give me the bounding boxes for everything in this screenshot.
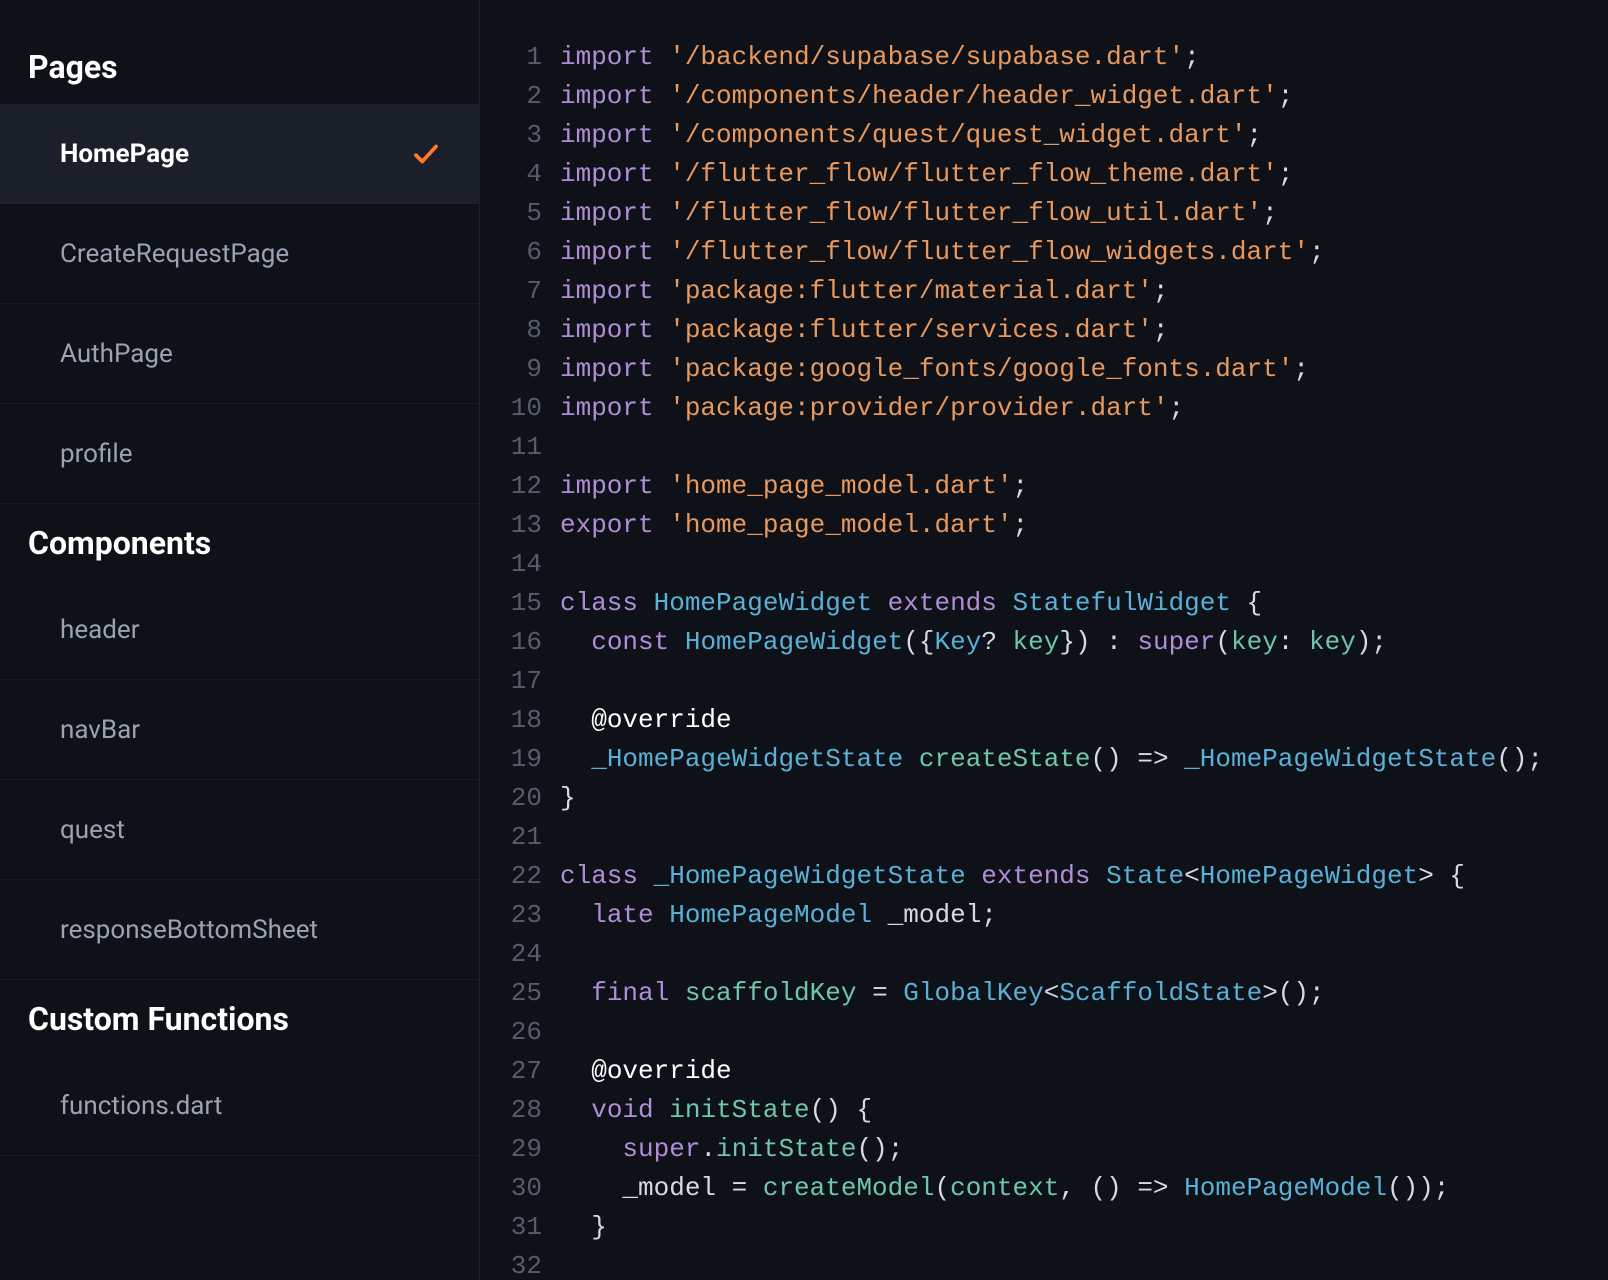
code-line[interactable]: class _HomePageWidgetState extends State… bbox=[560, 857, 1608, 896]
sidebar-item-label: HomePage bbox=[60, 139, 409, 169]
code-line[interactable]: import 'package:flutter/material.dart'; bbox=[560, 272, 1608, 311]
sidebar-item[interactable]: profile bbox=[0, 404, 479, 504]
code-line[interactable]: super.initState(); bbox=[560, 1130, 1608, 1169]
line-number: 5 bbox=[480, 194, 542, 233]
code-line[interactable] bbox=[560, 935, 1608, 974]
code-line[interactable]: void initState() { bbox=[560, 1091, 1608, 1130]
code-line[interactable]: export 'home_page_model.dart'; bbox=[560, 506, 1608, 545]
line-number: 11 bbox=[480, 428, 542, 467]
code-line[interactable]: @override bbox=[560, 1052, 1608, 1091]
code-line[interactable]: } bbox=[560, 779, 1608, 818]
sidebar-item-label: AuthPage bbox=[60, 339, 443, 369]
code-line[interactable] bbox=[560, 428, 1608, 467]
line-number: 22 bbox=[480, 857, 542, 896]
check-icon bbox=[409, 137, 443, 171]
section-title: Custom Functions bbox=[0, 980, 479, 1056]
line-number: 27 bbox=[480, 1052, 542, 1091]
sidebar-item[interactable]: CreateRequestPage bbox=[0, 204, 479, 304]
code-line[interactable]: import 'package:flutter/services.dart'; bbox=[560, 311, 1608, 350]
sidebar-item-label: navBar bbox=[60, 715, 443, 745]
line-number: 9 bbox=[480, 350, 542, 389]
line-number: 10 bbox=[480, 389, 542, 428]
sidebar-item[interactable]: responseBottomSheet bbox=[0, 880, 479, 980]
code-line[interactable]: import 'home_page_model.dart'; bbox=[560, 467, 1608, 506]
line-number: 30 bbox=[480, 1169, 542, 1208]
line-gutter: 1234567891011121314151617181920212223242… bbox=[480, 38, 560, 1280]
sidebar-item-label: responseBottomSheet bbox=[60, 915, 443, 945]
line-number: 21 bbox=[480, 818, 542, 857]
line-number: 19 bbox=[480, 740, 542, 779]
line-number: 23 bbox=[480, 896, 542, 935]
line-number: 18 bbox=[480, 701, 542, 740]
line-number: 20 bbox=[480, 779, 542, 818]
code-line[interactable]: import 'package:provider/provider.dart'; bbox=[560, 389, 1608, 428]
sidebar-item[interactable]: AuthPage bbox=[0, 304, 479, 404]
sidebar-item[interactable]: header bbox=[0, 580, 479, 680]
code-line[interactable]: import '/components/header/header_widget… bbox=[560, 77, 1608, 116]
line-number: 14 bbox=[480, 545, 542, 584]
sidebar-item-label: quest bbox=[60, 815, 443, 845]
code-line[interactable]: } bbox=[560, 1208, 1608, 1247]
sidebar-item-label: profile bbox=[60, 439, 443, 469]
section-title: Components bbox=[0, 504, 479, 580]
code-line[interactable]: import '/flutter_flow/flutter_flow_theme… bbox=[560, 155, 1608, 194]
code-area[interactable]: import '/backend/supabase/supabase.dart'… bbox=[560, 38, 1608, 1280]
sidebar-item-label: CreateRequestPage bbox=[60, 239, 443, 269]
line-number: 16 bbox=[480, 623, 542, 662]
line-number: 7 bbox=[480, 272, 542, 311]
line-number: 6 bbox=[480, 233, 542, 272]
line-number: 12 bbox=[480, 467, 542, 506]
line-number: 2 bbox=[480, 77, 542, 116]
line-number: 29 bbox=[480, 1130, 542, 1169]
code-line[interactable]: class HomePageWidget extends StatefulWid… bbox=[560, 584, 1608, 623]
code-line[interactable]: final scaffoldKey = GlobalKey<ScaffoldSt… bbox=[560, 974, 1608, 1013]
sidebar-item[interactable]: navBar bbox=[0, 680, 479, 780]
line-number: 28 bbox=[480, 1091, 542, 1130]
code-line[interactable]: import '/flutter_flow/flutter_flow_util.… bbox=[560, 194, 1608, 233]
sidebar: Pages HomePage CreateRequestPage AuthPage pr… bbox=[0, 0, 480, 1280]
code-line[interactable] bbox=[560, 1247, 1608, 1280]
line-number: 13 bbox=[480, 506, 542, 545]
code-line[interactable] bbox=[560, 662, 1608, 701]
code-line[interactable]: _HomePageWidgetState createState() => _H… bbox=[560, 740, 1608, 779]
app-root: Pages HomePage CreateRequestPage AuthPage pr… bbox=[0, 0, 1608, 1280]
line-number: 32 bbox=[480, 1247, 542, 1280]
code-line[interactable]: import '/backend/supabase/supabase.dart'… bbox=[560, 38, 1608, 77]
line-number: 25 bbox=[480, 974, 542, 1013]
code-line[interactable] bbox=[560, 545, 1608, 584]
line-number: 8 bbox=[480, 311, 542, 350]
code-line[interactable] bbox=[560, 1013, 1608, 1052]
sidebar-item[interactable]: functions.dart bbox=[0, 1056, 479, 1156]
line-number: 24 bbox=[480, 935, 542, 974]
sidebar-item[interactable]: quest bbox=[0, 780, 479, 880]
sidebar-item[interactable]: HomePage bbox=[0, 104, 479, 204]
code-line[interactable]: @override bbox=[560, 701, 1608, 740]
line-number: 3 bbox=[480, 116, 542, 155]
code-editor[interactable]: 1234567891011121314151617181920212223242… bbox=[480, 0, 1608, 1280]
code-line[interactable]: late HomePageModel _model; bbox=[560, 896, 1608, 935]
code-line[interactable]: _model = createModel(context, () => Home… bbox=[560, 1169, 1608, 1208]
code-line[interactable] bbox=[560, 818, 1608, 857]
code-line[interactable]: import '/flutter_flow/flutter_flow_widge… bbox=[560, 233, 1608, 272]
line-number: 17 bbox=[480, 662, 542, 701]
line-number: 15 bbox=[480, 584, 542, 623]
section-title: Pages bbox=[0, 28, 479, 104]
line-number: 31 bbox=[480, 1208, 542, 1247]
sidebar-item-label: header bbox=[60, 615, 443, 645]
line-number: 4 bbox=[480, 155, 542, 194]
code-line[interactable]: import 'package:google_fonts/google_font… bbox=[560, 350, 1608, 389]
code-line[interactable]: import '/components/quest/quest_widget.d… bbox=[560, 116, 1608, 155]
line-number: 26 bbox=[480, 1013, 542, 1052]
code-line[interactable]: const HomePageWidget({Key? key}) : super… bbox=[560, 623, 1608, 662]
line-number: 1 bbox=[480, 38, 542, 77]
sidebar-item-label: functions.dart bbox=[60, 1091, 443, 1121]
